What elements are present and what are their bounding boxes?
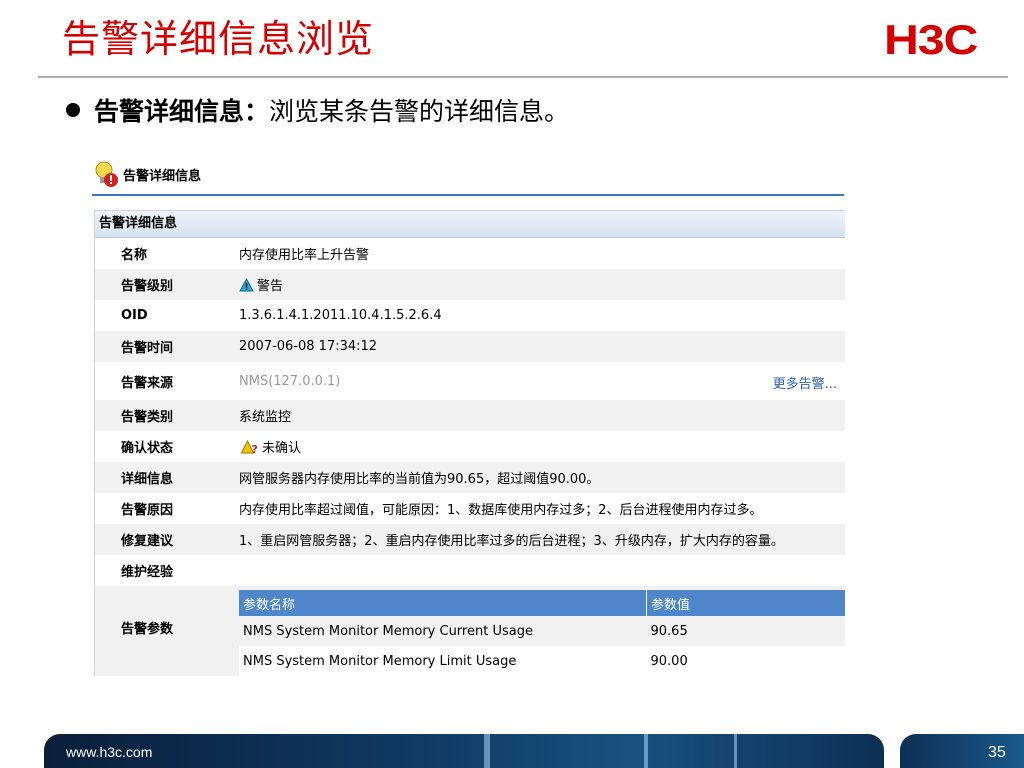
bullet-point: 告警详细信息：浏览某条告警的详细信息。 (66, 95, 569, 129)
alarm-bulb-icon (95, 161, 118, 187)
footer-light-streak (484, 734, 490, 768)
column-header-param-name[interactable]: 参数名称 (239, 590, 647, 616)
h3c-logo: H3C (884, 16, 978, 63)
footer-light-streak (644, 734, 648, 768)
param-name-cell: NMS System Monitor Memory Current Usage (239, 616, 647, 646)
param-value-cell: 90.00 (646, 646, 845, 676)
param-value-cell: 90.65 (646, 616, 845, 646)
bullet-text: 浏览某条告警的详细信息。 (269, 97, 570, 126)
svg-text:?: ? (252, 443, 258, 454)
row-label: 告警时间 (121, 341, 174, 356)
params-header-row: 参数名称 参数值 (239, 590, 845, 616)
more-alarms-link[interactable]: 更多告警... (773, 373, 837, 392)
panel-divider (92, 194, 844, 196)
row-value: 内存使用比率上升告警 (239, 248, 370, 263)
footer-banner (44, 734, 884, 768)
table-row: NMS System Monitor Memory Limit Usage 90… (239, 646, 845, 676)
detail-row-ack: 确认状态 ? 未确认 (95, 431, 845, 462)
detail-row-category: 告警类别 系统监控 (95, 400, 845, 431)
row-value: 内存使用比率超过阈值，可能原因：1、数据库使用内存过多；2、后台进程使用内存过多… (239, 503, 763, 518)
footer-light-streak (734, 734, 737, 768)
column-header-param-value[interactable]: 参数值 (646, 590, 845, 616)
row-label: OID (121, 308, 148, 323)
section-header: 告警详细信息 (95, 210, 845, 238)
detail-row-detail: 详细信息 网管服务器内存使用比率的当前值为90.65，超过阈值90.00。 (95, 462, 845, 493)
detail-row-name: 名称 内存使用比率上升告警 (95, 238, 845, 269)
row-label: 告警参数 (121, 622, 174, 637)
row-value: 未确认 (262, 441, 302, 456)
unconfirmed-icon: ? (240, 440, 258, 454)
table-row: NMS System Monitor Memory Current Usage … (239, 616, 845, 646)
row-value: 1.3.6.1.4.1.2011.10.4.1.5.2.6.4 (239, 308, 442, 323)
detail-row-params: 告警参数 参数名称 参数值 NMS System Monitor Memory … (95, 586, 845, 676)
panel-header: 告警详细信息 (92, 160, 844, 192)
row-label: 告警级别 (121, 279, 174, 294)
row-value: 网管服务器内存使用比率的当前值为90.65，超过阈值90.00。 (239, 472, 600, 487)
detail-row-source: 告警来源 NMS(127.0.0.1) 更多告警... (95, 362, 845, 400)
params-wrap: 参数名称 参数值 NMS System Monitor Memory Curre… (239, 586, 845, 676)
detail-row-reason: 告警原因 内存使用比率超过阈值，可能原因：1、数据库使用内存过多；2、后台进程使… (95, 493, 845, 524)
row-label: 告警原因 (121, 503, 174, 518)
row-value: 系统监控 (239, 410, 292, 425)
page-number: 35 (988, 744, 1006, 761)
alarm-params-table: 参数名称 参数值 NMS System Monitor Memory Curre… (239, 590, 845, 676)
row-value-wrap: 警告 (239, 275, 845, 294)
row-value: 2007-06-08 17:34:12 (239, 339, 378, 354)
row-label: 名称 (121, 248, 148, 263)
row-label: 维护经验 (121, 565, 174, 580)
slide-title: 告警详细信息浏览 (62, 17, 375, 61)
row-value-wrap: ? 未确认 (239, 437, 845, 456)
panel-title: 告警详细信息 (123, 169, 202, 184)
detail-row-fix: 修复建议 1、重启网管服务器；2、重启内存使用比率过多的后台进程；3、升级内存，… (95, 524, 845, 555)
row-value: NMS(127.0.0.1) (239, 373, 341, 389)
param-name-cell: NMS System Monitor Memory Limit Usage (239, 646, 647, 676)
bullet-bold-text: 告警详细信息： (94, 97, 270, 126)
detail-row-experience: 维护经验 (95, 555, 845, 586)
alarm-detail-panel: 告警详细信息 名称 内存使用比率上升告警 告警级别 警告 OID 1.3.6.1… (94, 210, 845, 676)
row-label: 告警类别 (121, 410, 174, 425)
detail-row-time: 告警时间 2007-06-08 17:34:12 (95, 331, 845, 362)
footer-url: www.h3c.com (66, 744, 153, 760)
row-label: 告警来源 (121, 375, 174, 391)
row-label: 详细信息 (121, 472, 174, 487)
detail-row-oid: OID 1.3.6.1.4.1.2011.10.4.1.5.2.6.4 (95, 300, 845, 331)
footer (0, 728, 1024, 768)
row-label: 修复建议 (121, 534, 174, 549)
row-label: 确认状态 (121, 441, 174, 456)
row-value: 1、重启网管服务器；2、重启内存使用比率过多的后台进程；3、升级内存，扩大内存的… (239, 534, 784, 549)
warning-triangle-icon (239, 278, 254, 292)
detail-row-level: 告警级别 警告 (95, 269, 845, 300)
title-divider (38, 76, 1008, 78)
row-value: 警告 (257, 279, 284, 294)
bullet-dot-icon (66, 103, 80, 117)
